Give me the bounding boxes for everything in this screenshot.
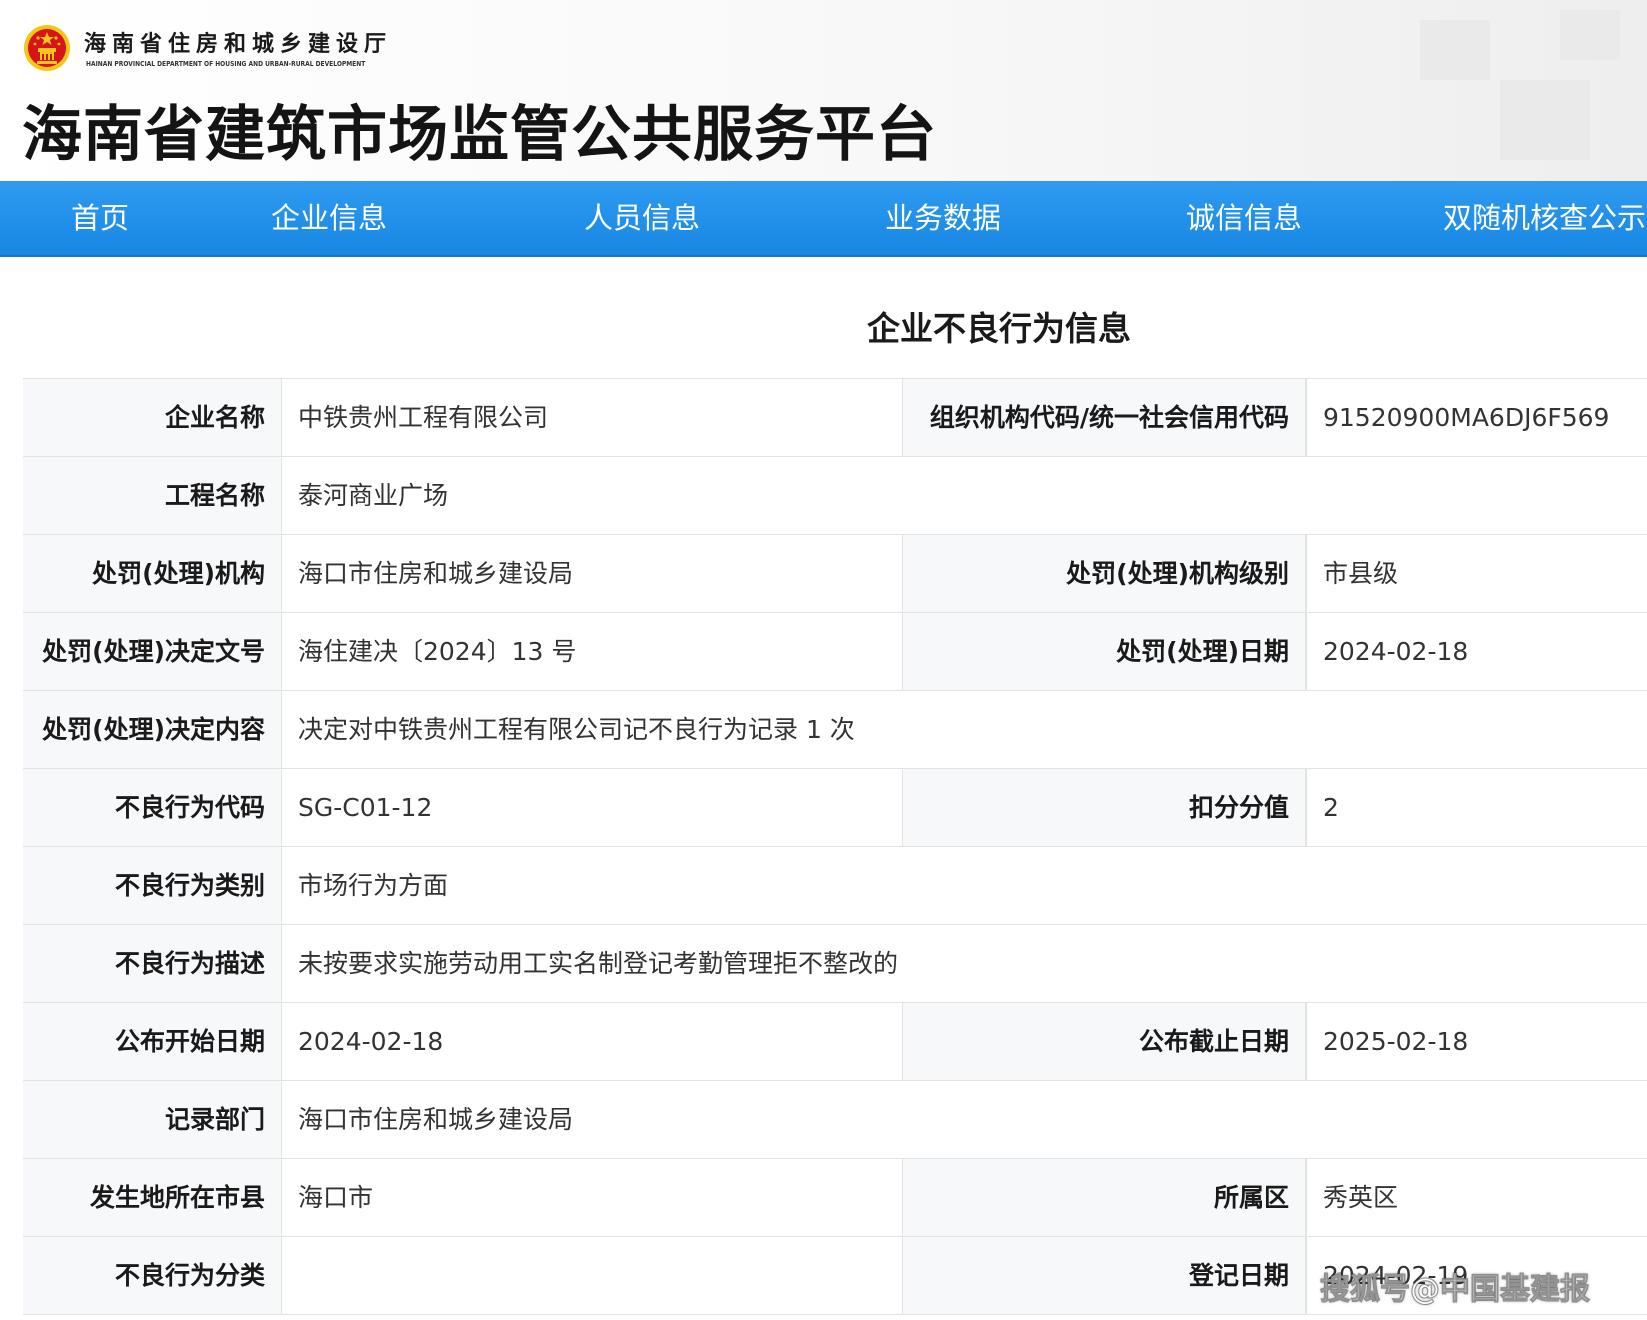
register-date-label: 登记日期 <box>902 1237 1306 1314</box>
table-row: 处罚(处理)决定文号 海住建决〔2024〕13 号 处罚(处理)日期 2024-… <box>23 613 1647 691</box>
authority-label: 处罚(处理)机构 <box>23 535 282 612</box>
nav-item-personnel[interactable]: 人员信息 <box>584 181 700 255</box>
table-row: 发生地所在市县 海口市 所属区 秀英区 <box>23 1159 1647 1237</box>
header-decoration <box>1500 80 1590 160</box>
header-decoration <box>1420 20 1490 80</box>
decision-content-label: 处罚(处理)决定内容 <box>23 691 282 768</box>
authority-value: 海口市住房和城乡建设局 <box>298 559 574 588</box>
department-name: 海南省住房和城乡建设厅 <box>84 32 393 57</box>
behavior-category-label: 不良行为类别 <box>23 847 282 924</box>
district-value: 秀英区 <box>1306 1159 1647 1236</box>
nav-item-business-data[interactable]: 业务数据 <box>885 181 1001 255</box>
deduction-label: 扣分分值 <box>902 769 1306 846</box>
authority-level-value: 市县级 <box>1306 535 1647 612</box>
behavior-category-value: 市场行为方面 <box>298 871 449 900</box>
nav-item-credit[interactable]: 诚信信息 <box>1186 181 1302 255</box>
credit-code-value: 91520900MA6DJ6F569 <box>1306 379 1647 456</box>
behavior-desc-label: 不良行为描述 <box>23 925 282 1002</box>
page-title: 企业不良行为信息 <box>867 309 1131 348</box>
table-row: 公布开始日期 2024-02-18 公布截止日期 2025-02-18 <box>23 1003 1647 1081</box>
project-name-label: 工程名称 <box>23 457 282 534</box>
deduction-value: 2 <box>1306 769 1647 846</box>
table-row: 不良行为描述 未按要求实施劳动用工实名制登记考勤管理拒不整改的 <box>23 925 1647 1003</box>
table-row: 企业名称 中铁贵州工程有限公司 组织机构代码/统一社会信用代码 91520900… <box>23 379 1647 457</box>
nav-item-home[interactable]: 首页 <box>71 181 129 255</box>
district-label: 所属区 <box>902 1159 1306 1236</box>
credit-code-label: 组织机构代码/统一社会信用代码 <box>902 379 1306 456</box>
nav-item-random-check[interactable]: 双随机核查公示 <box>1443 181 1646 255</box>
department-name-en: HAINAN PROVINCIAL DEPARTMENT OF HOUSING … <box>86 60 366 68</box>
watermark: 搜狐号@中国基建报 <box>1320 1272 1591 1308</box>
project-name-value: 泰河商业广场 <box>298 481 449 510</box>
table-row: 处罚(处理)机构 海口市住房和城乡建设局 处罚(处理)机构级别 市县级 <box>23 535 1647 613</box>
table-row: 不良行为类别 市场行为方面 <box>23 847 1647 925</box>
publish-end-label: 公布截止日期 <box>902 1003 1306 1080</box>
decision-no-value: 海住建决〔2024〕13 号 <box>298 637 577 666</box>
header-decoration <box>1560 10 1620 60</box>
city-value: 海口市 <box>298 1183 374 1212</box>
company-name-label: 企业名称 <box>23 379 282 456</box>
publish-start-label: 公布开始日期 <box>23 1003 282 1080</box>
site-header: 海南省住房和城乡建设厅 HAINAN PROVINCIAL DEPARTMENT… <box>0 0 1647 181</box>
table-row: 不良行为代码 SG-C01-12 扣分分值 2 <box>23 769 1647 847</box>
national-emblem-icon <box>24 25 70 71</box>
bad-behavior-table: 企业名称 中铁贵州工程有限公司 组织机构代码/统一社会信用代码 91520900… <box>23 378 1647 1315</box>
record-dept-label: 记录部门 <box>23 1081 282 1158</box>
behavior-desc-value: 未按要求实施劳动用工实名制登记考勤管理拒不整改的 <box>298 949 899 978</box>
nav-item-enterprise[interactable]: 企业信息 <box>271 181 387 255</box>
decision-date-label: 处罚(处理)日期 <box>902 613 1306 690</box>
company-name-value: 中铁贵州工程有限公司 <box>298 403 549 432</box>
publish-end-value: 2025-02-18 <box>1306 1003 1647 1080</box>
platform-title: 海南省建筑市场监管公共服务平台 <box>22 100 937 170</box>
table-row: 记录部门 海口市住房和城乡建设局 <box>23 1081 1647 1159</box>
main-nav: 首页 企业信息 人员信息 业务数据 诚信信息 双随机核查公示 <box>0 181 1647 257</box>
behavior-code-label: 不良行为代码 <box>23 769 282 846</box>
behavior-class-label: 不良行为分类 <box>23 1237 282 1314</box>
table-row: 工程名称 泰河商业广场 <box>23 457 1647 535</box>
authority-level-label: 处罚(处理)机构级别 <box>902 535 1306 612</box>
behavior-class-value <box>282 1237 902 1314</box>
decision-no-label: 处罚(处理)决定文号 <box>23 613 282 690</box>
publish-start-value: 2024-02-18 <box>298 1027 444 1056</box>
city-label: 发生地所在市县 <box>23 1159 282 1236</box>
decision-content-value: 决定对中铁贵州工程有限公司记不良行为记录 1 次 <box>298 715 855 744</box>
behavior-code-value: SG-C01-12 <box>298 793 433 822</box>
table-row: 处罚(处理)决定内容 决定对中铁贵州工程有限公司记不良行为记录 1 次 <box>23 691 1647 769</box>
record-dept-value: 海口市住房和城乡建设局 <box>298 1105 574 1134</box>
decision-date-value: 2024-02-18 <box>1306 613 1647 690</box>
